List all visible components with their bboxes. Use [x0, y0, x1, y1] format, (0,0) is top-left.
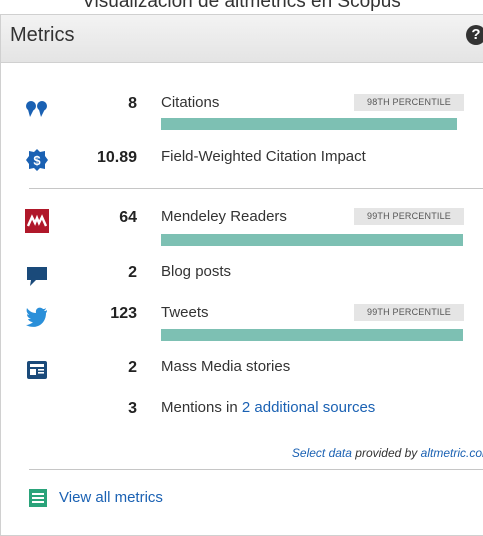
provided-by-text: provided by [351, 446, 421, 460]
panel-title: Metrics [10, 24, 75, 46]
metric-row-additional: 3 Mentions in 2 additional sources [1, 396, 483, 426]
svg-text:$: $ [33, 153, 41, 168]
section-divider [29, 188, 483, 189]
percentile-badge: 98TH PERCENTILE [354, 94, 464, 111]
metric-label: Mendeley Readers [161, 208, 287, 225]
additional-sources-link[interactable]: 2 additional sources [242, 399, 375, 416]
mentions-text: Mentions in [161, 399, 242, 416]
altmetric-link[interactable]: altmetric.com [421, 446, 483, 460]
select-data-link[interactable]: Select data [292, 446, 352, 460]
caption: Visualización de altmetrics en Scopus [82, 0, 401, 12]
percentile-bar [161, 234, 463, 246]
help-icon[interactable]: ? [466, 25, 483, 45]
metrics-panel: Metrics ? 8 Citations 98TH PERCENTILE $ … [0, 14, 483, 536]
percentile-bar [161, 118, 457, 130]
metric-row-fwci: $ 10.89 Field-Weighted Citation Impact [1, 145, 483, 175]
metric-row-news: 2 Mass Media stories [1, 355, 483, 385]
metric-value: 64 [119, 209, 137, 226]
news-icon [27, 361, 47, 379]
list-icon [29, 489, 47, 507]
metric-value: 2 [128, 264, 137, 281]
panel-header: Metrics ? [1, 15, 483, 63]
metric-row-mendeley: 64 Mendeley Readers 99TH PERCENTILE [1, 205, 483, 235]
metric-label: Field-Weighted Citation Impact [161, 148, 366, 165]
metric-label: Mass Media stories [161, 358, 291, 375]
metric-label: Blog posts [161, 263, 232, 280]
twitter-icon [26, 307, 47, 327]
quote-icon [26, 101, 47, 117]
metric-row-tweets: 123 Tweets 99TH PERCENTILE [1, 301, 483, 331]
percentile-badge: 99TH PERCENTILE [354, 304, 464, 321]
metric-row-blog: 2 Blog posts [1, 260, 483, 290]
data-source-note: Select data provided by altmetric.com [292, 446, 483, 460]
metric-value: 10.89 [96, 149, 137, 166]
footer-divider [29, 469, 483, 470]
metric-value: 123 [110, 305, 137, 322]
percentile-bar [161, 329, 463, 341]
blog-icon [27, 267, 47, 286]
percentile-badge: 99TH PERCENTILE [354, 208, 464, 225]
metric-label: Tweets [161, 304, 209, 321]
metric-label: Mentions in 2 additional sources [161, 399, 375, 416]
metric-row-citations: 8 Citations 98TH PERCENTILE [1, 91, 483, 121]
metric-value: 3 [128, 400, 137, 417]
metric-value: 2 [128, 359, 137, 376]
mendeley-icon [25, 209, 49, 233]
metric-label: Citations [161, 94, 220, 111]
metric-value: 8 [128, 95, 137, 112]
fwci-icon: $ [26, 149, 48, 171]
view-all-label: View all metrics [59, 489, 163, 506]
